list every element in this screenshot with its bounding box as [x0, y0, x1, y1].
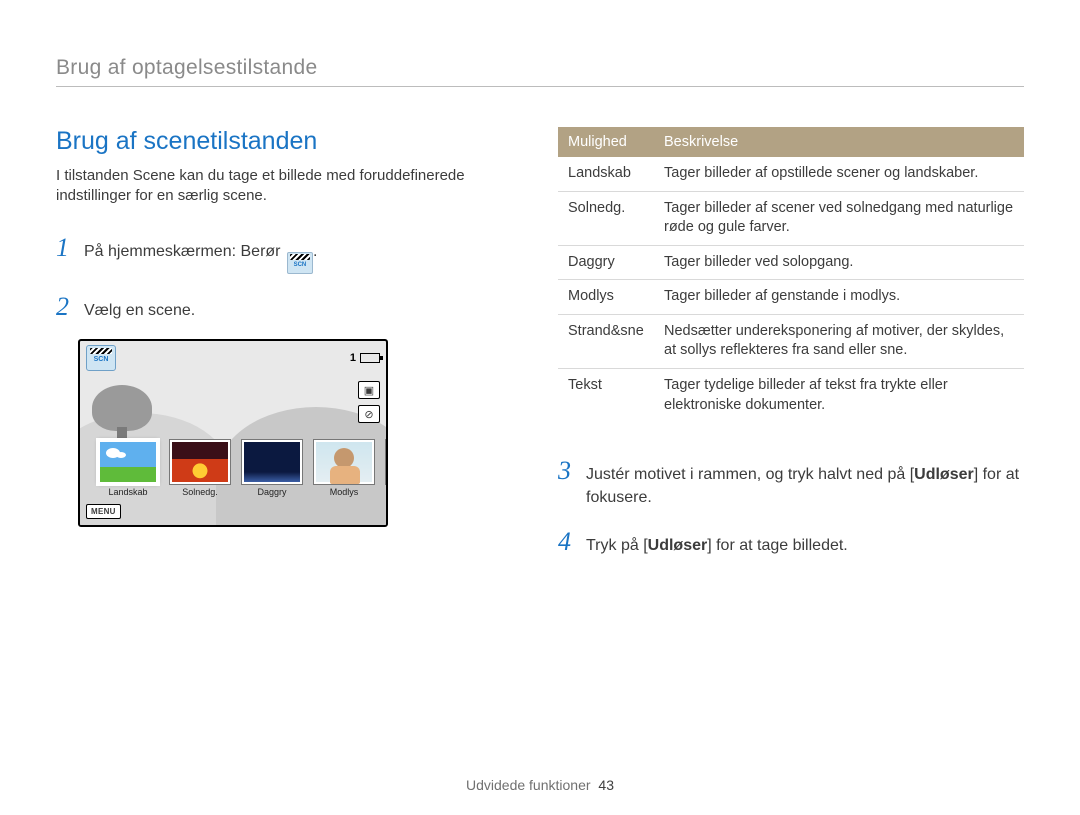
table-row: DaggryTager billeder ved solopgang. — [558, 245, 1024, 280]
table-row: Strand&sneNedsætter undereksponering af … — [558, 314, 1024, 368]
lcd-frame-counter: 1 — [350, 352, 356, 364]
step-number: 2 — [56, 288, 74, 326]
lcd-capture-icon: ▣ — [358, 381, 380, 399]
options-table-head-opt: Mulighed — [558, 127, 654, 157]
lcd-thumb: Modlys — [314, 440, 374, 497]
battery-icon — [360, 353, 380, 363]
step-2: 2 Vælg en scene. — [56, 288, 522, 326]
step-3: 3 Justér motivet i rammen, og tryk halvt… — [558, 452, 1024, 509]
lcd-thumb: Solnedg. — [170, 440, 230, 497]
step-1: 1 På hjemmeskærmen: Berør SCN . — [56, 229, 522, 274]
step-number: 4 — [558, 523, 576, 561]
page-number: 43 — [598, 777, 614, 793]
step-number: 3 — [558, 452, 576, 490]
options-table: Mulighed Beskrivelse LandskabTager bille… — [558, 127, 1024, 422]
options-table-head-desc: Beskrivelse — [654, 127, 1024, 157]
footer-section-label: Udvidede funktioner — [466, 777, 591, 793]
table-row: LandskabTager billeder af opstillede sce… — [558, 157, 1024, 191]
section-title: Brug af scenetilstanden — [56, 127, 522, 156]
step-number: 1 — [56, 229, 74, 267]
step-2-text: Vælg en scene. — [84, 299, 522, 322]
table-row: ModlysTager billeder af genstande i modl… — [558, 280, 1024, 315]
lcd-thumb — [386, 440, 388, 497]
scn-mode-icon: SCN — [287, 252, 313, 274]
camera-lcd-illustration: SCN 1 ▣ ⊘ Landskab — [78, 339, 388, 527]
table-row: Solnedg.Tager billeder af scener ved sol… — [558, 191, 1024, 245]
table-row: TekstTager tydelige billeder af tekst fr… — [558, 368, 1024, 422]
lcd-scene-thumbs: Landskab Solnedg. Daggry Modlys — [98, 440, 378, 497]
lcd-flash-icon: ⊘ — [358, 405, 380, 423]
step-1-text-suffix: . — [313, 243, 317, 260]
lcd-thumb: Daggry — [242, 440, 302, 497]
step-1-text-prefix: På hjemmeskærmen: Berør — [84, 243, 285, 260]
lcd-thumb: Landskab — [98, 440, 158, 497]
divider — [56, 86, 1024, 87]
lcd-scn-icon: SCN — [86, 345, 116, 371]
breadcrumb: Brug af optagelsestilstande — [56, 56, 1024, 80]
lcd-menu-button: MENU — [86, 504, 121, 519]
page-footer: Udvidede funktioner 43 — [0, 777, 1080, 793]
step-4: 4 Tryk på [Udløser] for at tage billedet… — [558, 523, 1024, 561]
section-intro: I tilstanden Scene kan du tage et billed… — [56, 166, 522, 207]
